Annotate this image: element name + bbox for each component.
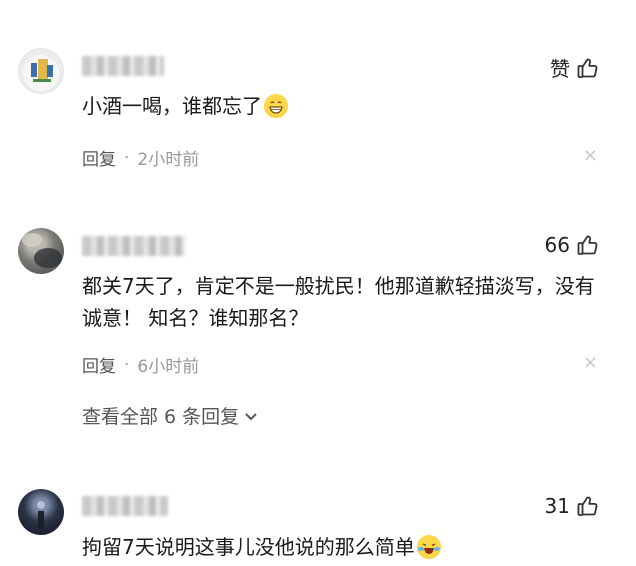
- chevron-down-icon: [245, 412, 257, 420]
- comment-text: 拘留7天说明这事儿没他说的那么简单: [82, 531, 602, 563]
- like-count: 31: [544, 494, 570, 518]
- comment-text: 小酒一喝，谁都忘了: [82, 90, 602, 122]
- timestamp: 6小时前: [137, 357, 200, 377]
- username-blurred[interactable]: [82, 236, 186, 256]
- like-button[interactable]: 赞: [550, 53, 600, 82]
- comment-text: 都关7天了，肯定不是一般扰民！他那道歉轻描淡写，没有诚意！ 知名？谁知那名？: [82, 274, 595, 330]
- view-all-replies-button[interactable]: 查看全部 6 条回复: [82, 402, 259, 429]
- like-count: 66: [544, 233, 570, 257]
- username-blurred[interactable]: [82, 496, 168, 516]
- avatar[interactable]: [18, 228, 64, 274]
- separator-dot: ·: [124, 147, 130, 168]
- close-icon[interactable]: ×: [583, 352, 598, 373]
- separator-dot: ·: [124, 354, 130, 375]
- thumbs-up-icon: [577, 58, 598, 78]
- comment-meta: 回复 · 2小时前: [82, 145, 200, 171]
- laughing-crying-emoji: [416, 535, 441, 559]
- thumbs-up-icon: [577, 235, 598, 255]
- thumbs-up-icon: [577, 496, 598, 516]
- like-button[interactable]: 31: [545, 494, 600, 518]
- comment-meta: 回复 · 6小时前: [82, 352, 200, 378]
- reply-button[interactable]: 回复: [82, 145, 116, 170]
- timestamp: 2小时前: [137, 150, 200, 170]
- like-button[interactable]: 66: [545, 233, 600, 257]
- grin-emoji: [264, 94, 288, 118]
- close-icon[interactable]: ×: [583, 145, 598, 166]
- reply-button[interactable]: 回复: [82, 352, 116, 377]
- avatar[interactable]: [18, 489, 64, 535]
- view-all-replies-label: 查看全部 6 条回复: [82, 406, 240, 428]
- username-blurred[interactable]: [82, 56, 164, 76]
- like-label: 赞: [550, 57, 570, 81]
- avatar[interactable]: [18, 48, 64, 94]
